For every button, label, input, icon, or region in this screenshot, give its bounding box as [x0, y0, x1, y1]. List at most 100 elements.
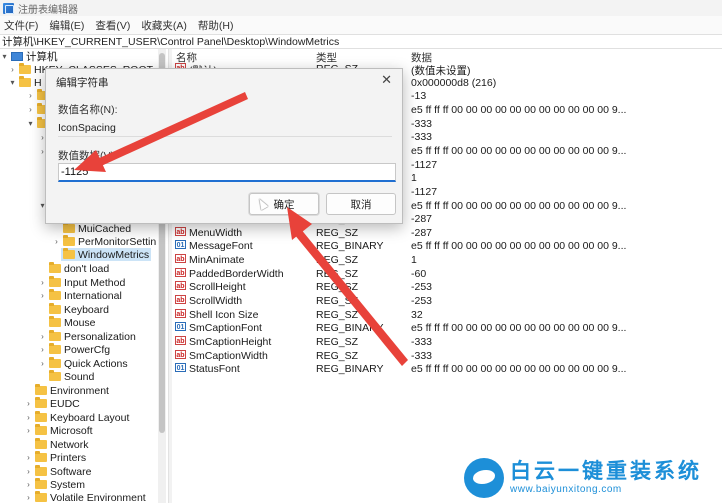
list-header: 名称 类型 数据 [172, 49, 722, 64]
table-row[interactable]: 01 MessageFont REG_BINARY e5 ff ff ff 00 00… [172, 240, 722, 254]
table-row[interactable]: 01 SmCaptionFont REG_BINARY e5 ff ff ff 00 … [172, 322, 722, 336]
menu-favorites[interactable]: 收藏夹(A) [141, 18, 187, 33]
value-name: StatusFont [189, 363, 240, 376]
tree-item-keyboardlayout[interactable]: › Keyboard Layout [24, 411, 129, 424]
menu-edit[interactable]: 编辑(E) [49, 18, 84, 33]
tree-item-environment[interactable]: Environment [24, 384, 109, 397]
tree-item-eudc[interactable]: › EUDC [24, 397, 80, 410]
folder-icon [35, 384, 47, 395]
folder-icon [49, 303, 61, 314]
table-row[interactable]: 01 StatusFont REG_BINARY e5 ff ff ff 00 00 … [172, 363, 722, 377]
tree-item-keyboard[interactable]: Keyboard [38, 303, 109, 316]
folder-icon [35, 491, 47, 502]
tree-item-printers[interactable]: › Printers [24, 451, 86, 464]
value-data: e5 ff ff ff 00 00 00 00 00 00 00 00 00 0… [411, 322, 627, 335]
table-row[interactable]: ab SmCaptionWidth REG_SZ -333 [172, 349, 722, 364]
tree-item-system[interactable]: › System [24, 478, 85, 491]
value-type: REG_SZ [316, 336, 359, 348]
tree-item-hkcu[interactable]: ▾ H [8, 76, 42, 89]
chevron-right-icon[interactable]: › [24, 467, 33, 476]
tree-item-international[interactable]: › International [38, 289, 122, 302]
table-row[interactable]: ab Shell Icon Size REG_SZ 32 [172, 308, 722, 323]
chevron-right-icon[interactable]: › [26, 91, 35, 100]
value-data-input[interactable] [58, 163, 396, 182]
close-icon[interactable]: ✕ [381, 72, 392, 88]
menu-file[interactable]: 文件(F) [4, 18, 38, 33]
tree-item-personalization[interactable]: › Personalization [38, 330, 136, 343]
chevron-right-icon[interactable]: › [24, 413, 33, 422]
chevron-right-icon[interactable]: › [24, 399, 33, 408]
address-bar[interactable]: 计算机\HKEY_CURRENT_USER\Control Panel\Desk… [0, 34, 722, 49]
value-data: -60 [411, 267, 427, 280]
chevron-right-icon[interactable]: › [38, 359, 47, 368]
table-row[interactable]: ab ScrollHeight REG_SZ -253 [172, 281, 722, 295]
value-name: MessageFont [189, 240, 253, 253]
chevron-right-icon[interactable]: › [26, 105, 35, 114]
table-row[interactable]: ab MenuWidth REG_SZ -287 [172, 226, 722, 241]
folder-icon [49, 276, 61, 287]
value-type: REG_SZ [316, 267, 359, 280]
chevron-right-icon[interactable]: › [24, 426, 33, 435]
value-type: REG_SZ [316, 308, 359, 321]
tree-item-label: Quick Actions [64, 357, 128, 370]
value-name: MinAnimate [189, 254, 245, 267]
tree-item-windowmetrics[interactable]: WindowMetrics [61, 248, 151, 261]
tree-item-volatileenvironment[interactable]: › Volatile Environment [24, 491, 146, 503]
edit-string-dialog: 编辑字符串 ✕ 数值名称(N): IconSpacing 数值数据(V): 确定… [45, 68, 403, 224]
menu-view[interactable]: 查看(V) [95, 18, 130, 33]
chevron-right-icon[interactable]: › [24, 493, 33, 502]
tree-item-software[interactable]: › Software [24, 465, 91, 478]
chevron-right-icon[interactable]: › [24, 453, 33, 462]
tree-item-permonitorsettings[interactable]: › PerMonitorSettin [52, 235, 156, 248]
value-type: REG_SZ [316, 226, 359, 239]
chevron-right-icon[interactable]: › [38, 332, 47, 341]
table-row[interactable]: ab ScrollWidth REG_SZ -253 [172, 295, 722, 309]
chevron-down-icon[interactable]: ▾ [8, 78, 17, 87]
tree-item-label: International [64, 289, 122, 302]
tree-item-computer[interactable]: ▾ 计算机 [0, 50, 57, 63]
table-row[interactable]: ab MinAnimate REG_SZ 1 [172, 254, 722, 268]
value-data: -333 [411, 349, 433, 362]
bird-logo-icon [464, 457, 504, 498]
chevron-right-icon[interactable]: › [24, 480, 33, 489]
chevron-right-icon[interactable]: › [38, 278, 47, 287]
folder-icon [49, 357, 61, 368]
table-row[interactable]: ab PaddedBorderWidth REG_SZ -60 [172, 267, 722, 282]
folder-icon [49, 370, 61, 381]
tree-item-mouse[interactable]: Mouse [38, 316, 96, 329]
string-value-icon: ab [175, 254, 186, 264]
menu-help[interactable]: 帮助(H) [198, 18, 234, 33]
value-data: e5 ff ff ff 00 00 00 00 00 00 00 00 00 0… [411, 363, 627, 376]
tree-item-quickactions[interactable]: › Quick Actions [38, 357, 128, 370]
cancel-button[interactable]: 取消 [326, 193, 396, 215]
tree-item-label: H [34, 76, 42, 89]
chevron-down-icon[interactable]: ▾ [0, 52, 9, 61]
tree-item-microsoft[interactable]: › Microsoft [24, 424, 93, 437]
tree-item-label: System [50, 478, 86, 491]
tree-item-dontload[interactable]: don't load [38, 262, 109, 275]
dialog-title: 编辑字符串 [56, 77, 109, 89]
value-data: -253 [411, 281, 433, 294]
chevron-right-icon[interactable]: › [38, 345, 47, 354]
tree-item-network[interactable]: Network [24, 438, 89, 451]
table-row[interactable]: ab SmCaptionHeight REG_SZ -333 [172, 336, 722, 350]
chevron-right-icon[interactable]: › [38, 291, 47, 300]
title-bar: 注册表编辑器 [0, 0, 722, 16]
value-type: REG_SZ [316, 281, 359, 294]
chevron-down-icon[interactable]: ▾ [26, 119, 35, 128]
folder-icon [35, 424, 47, 435]
value-data: -13 [411, 90, 427, 103]
tree-item-label: WindowMetrics [78, 248, 150, 261]
tree-item-inputmethod[interactable]: › Input Method [38, 276, 125, 289]
folder-icon [63, 248, 75, 259]
chevron-right-icon[interactable]: › [52, 237, 61, 246]
folder-icon [49, 262, 61, 273]
folder-icon [49, 330, 61, 341]
ok-button[interactable]: 确定 [249, 193, 319, 215]
tree-item-label: Printers [50, 451, 87, 464]
value-data: e5 ff ff ff 00 00 00 00 00 00 00 00 00 0… [411, 199, 627, 212]
tree-item-sound[interactable]: Sound [38, 370, 94, 383]
folder-icon [49, 316, 61, 327]
tree-item-powercfg[interactable]: › PowerCfg [38, 343, 110, 356]
chevron-right-icon[interactable]: › [8, 65, 17, 74]
